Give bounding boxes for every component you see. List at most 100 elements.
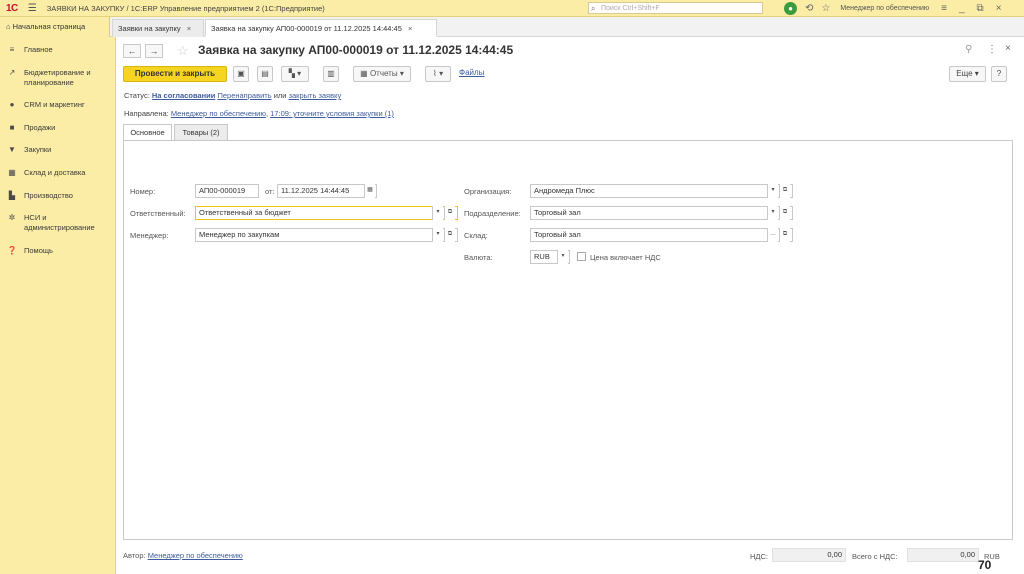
route-line: Направлена: Менеджер по обеспечению, 17:… <box>124 109 394 118</box>
tab-goods[interactable]: Товары (2) <box>174 124 228 140</box>
total-label: Всего с НДС: <box>852 552 898 561</box>
back-button[interactable]: ← <box>123 44 141 58</box>
tab-main[interactable]: Основное <box>123 124 172 141</box>
close-window-icon[interactable]: × <box>996 3 1002 14</box>
more-actions-icon[interactable]: ⋮ <box>987 44 997 55</box>
sidebar-item-label: CRM и маркетинг <box>24 100 85 109</box>
author-link[interactable]: Менеджер по обеспечению <box>148 551 243 560</box>
sidebar-item-production[interactable]: ▙ Производство <box>0 191 116 201</box>
currency-field[interactable]: RUB ▾ <box>530 250 570 264</box>
close-tab-icon[interactable]: × <box>408 24 412 33</box>
sidebar-item-warehouse[interactable]: ▦ Склад и доставка <box>0 168 116 178</box>
sidebar-item-sales[interactable]: ■ Продажи <box>0 123 116 133</box>
chevron-down-icon[interactable]: ▾ <box>432 228 443 242</box>
route-note-link[interactable]: 17:09: уточните условия закупки (1) <box>270 109 394 118</box>
chevron-down-icon[interactable]: ▾ <box>432 206 443 220</box>
status-or-text: или <box>273 91 287 100</box>
main-tab-panel: Номер: АП00-000019 от: 11.12.2025 14:44:… <box>123 140 1013 540</box>
page-title: Заявка на закупку АП00-000019 от 11.12.2… <box>198 43 514 57</box>
history-icon[interactable]: ⟲ <box>805 3 813 14</box>
more-button[interactable]: Еще ▾ <box>949 66 986 82</box>
manager-field[interactable]: Менеджер по закупкам ▾ ⧉ <box>195 228 458 242</box>
tab-purchase-requests-label: Заявки на закупку <box>118 24 181 33</box>
tab-home[interactable]: ⌂ Начальная страница <box>0 17 110 37</box>
current-user[interactable]: Менеджер по обеспечению <box>840 5 929 12</box>
save-icon[interactable]: ▣ <box>233 66 249 82</box>
slide-page-number: 70 <box>978 558 992 572</box>
responsible-value: Ответственный за бюджет <box>199 208 291 217</box>
chart-icon: ↗ <box>8 68 16 77</box>
chevron-down-icon[interactable]: ▾ <box>557 250 568 264</box>
vat-included-label: Цена включает НДС <box>590 253 661 262</box>
restore-icon[interactable]: ⧉ <box>977 3 984 14</box>
responsible-field[interactable]: Ответственный за бюджет ▾ ⧉ <box>195 206 458 220</box>
store-value: Торговый зал <box>534 230 581 239</box>
create-based-on-icon[interactable]: ▚ ▾ <box>281 66 309 82</box>
close-request-link[interactable]: закрыть заявку <box>289 91 342 100</box>
open-link-icon[interactable]: ⧉ <box>444 228 455 242</box>
post-and-close-button[interactable]: Провести и закрыть <box>123 66 227 82</box>
tab-purchase-requests[interactable]: Заявки на закупку × <box>112 19 204 37</box>
titlebar-tools: ● ⟲ ☆ Менеджер по обеспечению ≡ _ ⧉ × <box>784 1 1002 16</box>
minimize-icon[interactable]: _ <box>959 3 965 14</box>
responsible-label: Ответственный: <box>130 209 186 218</box>
redirect-link[interactable]: Перенаправить <box>217 91 271 100</box>
sidebar-item-main[interactable]: ≡ Главное <box>0 45 116 55</box>
attachments-button[interactable]: ⌇ ▾ <box>425 66 451 82</box>
bag-icon: ■ <box>9 123 15 132</box>
settings-menu-icon[interactable]: ≡ <box>941 3 947 14</box>
main-menu-icon[interactable]: ☰ <box>28 3 37 14</box>
chevron-down-icon[interactable]: ▾ <box>767 206 778 220</box>
vat-amount: 0,00 <box>772 548 846 562</box>
cart-icon: ▼ <box>8 145 16 154</box>
status-value-link[interactable]: На согласовании <box>152 91 215 100</box>
close-form-icon[interactable]: × <box>1005 43 1011 54</box>
chevron-down-icon[interactable]: ▾ <box>767 184 778 198</box>
open-link-icon[interactable]: ⧉ <box>779 206 790 220</box>
status-line: Статус: На согласовании Перенаправить ил… <box>124 91 341 100</box>
number-label: Номер: <box>130 187 156 196</box>
help-icon: ❓ <box>7 246 17 255</box>
sidebar-item-label: Помощь <box>24 246 53 255</box>
number-field[interactable]: АП00-000019 <box>195 184 259 198</box>
forward-button[interactable]: → <box>145 44 163 58</box>
open-windows-bar: ⌂ Начальная страница Заявки на закупку ×… <box>0 17 1024 37</box>
post-document-icon[interactable]: ▤ <box>257 66 273 82</box>
sidebar-item-label: Главное <box>24 45 53 54</box>
notifications-icon[interactable]: ● <box>784 2 797 15</box>
favorite-star-icon[interactable]: ☆ <box>177 43 189 59</box>
print-icon[interactable]: ▥ <box>323 66 339 82</box>
sidebar-item-help[interactable]: ❓ Помощь <box>0 246 116 256</box>
open-link-icon[interactable]: ⧉ <box>444 206 455 220</box>
sidebar-item-administration[interactable]: ✲ НСИ и администрирование <box>0 213 116 233</box>
sidebar-item-crm[interactable]: ● CRM и маркетинг <box>0 100 116 110</box>
organization-field[interactable]: Андромеда Плюс ▾ ⧉ <box>530 184 793 198</box>
window-title: ЗАЯВКИ НА ЗАКУПКУ / 1С:ERP Управление пр… <box>46 3 325 13</box>
chevron-down-icon: ▾ <box>974 69 979 78</box>
sidebar-item-purchases[interactable]: ▼ Закупки <box>0 145 116 155</box>
department-field[interactable]: Торговый зал ▾ ⧉ <box>530 206 793 220</box>
open-link-icon[interactable]: ⧉ <box>779 184 790 198</box>
help-button[interactable]: ? <box>991 66 1007 82</box>
sidebar-item-budgeting[interactable]: ↗ Бюджетирование и планирование <box>0 68 116 88</box>
vat-included-checkbox[interactable] <box>577 252 586 261</box>
route-to-link[interactable]: Менеджер по обеспечению <box>171 109 266 118</box>
global-search-input[interactable]: ⌕ Поиск Ctrl+Shift+F <box>588 2 763 14</box>
department-value: Торговый зал <box>534 208 581 217</box>
reports-label: Отчеты <box>369 69 398 78</box>
files-link[interactable]: Файлы <box>459 68 484 77</box>
open-link-icon[interactable]: ⧉ <box>779 228 790 242</box>
select-ellipsis-icon[interactable]: … <box>767 228 778 242</box>
close-tab-icon[interactable]: × <box>187 24 191 33</box>
organization-value: Андромеда Плюс <box>534 186 595 195</box>
reports-button[interactable]: ▦ Отчеты ▾ <box>353 66 411 82</box>
favorites-star-icon[interactable]: ☆ <box>821 3 830 14</box>
date-from-label: от: <box>265 187 275 196</box>
link-icon[interactable]: ⚲ <box>965 44 972 55</box>
vat-label: НДС: <box>750 552 768 561</box>
date-field[interactable]: 11.12.2025 14:44:45 ▦ <box>277 184 377 198</box>
tab-purchase-request-doc[interactable]: Заявка на закупку АП00-000019 от 11.12.2… <box>205 19 437 37</box>
store-field[interactable]: Торговый зал … ⧉ <box>530 228 793 242</box>
calendar-icon[interactable]: ▦ <box>364 184 375 198</box>
author-label: Автор: <box>123 551 146 560</box>
